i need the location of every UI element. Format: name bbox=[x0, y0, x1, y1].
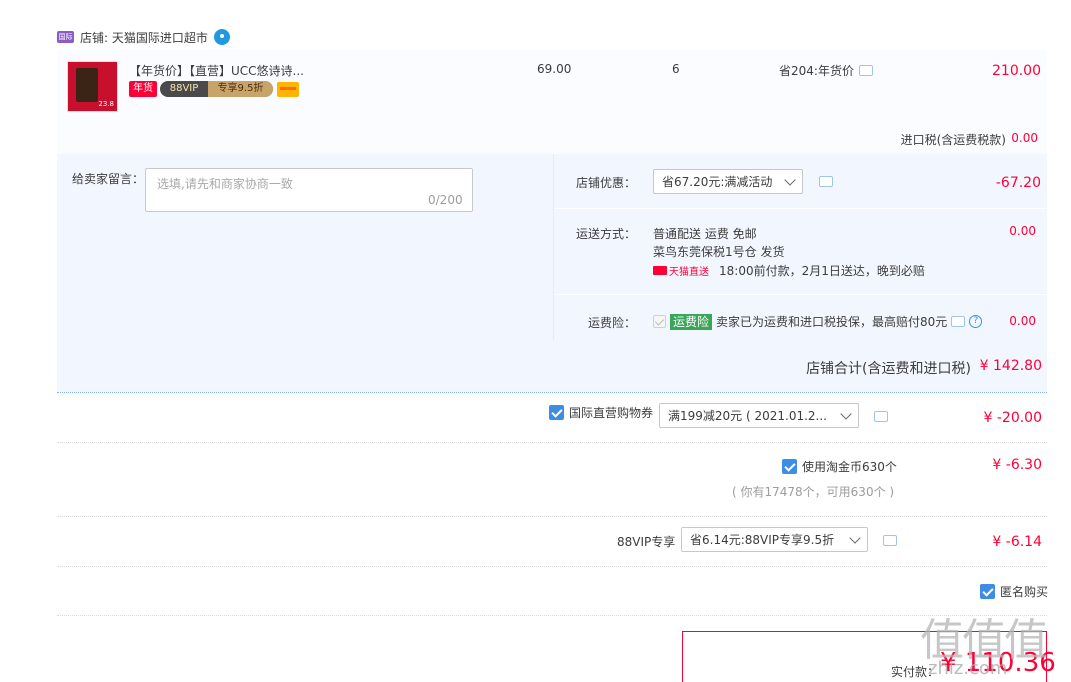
shipping-label: 运送方式： bbox=[575, 227, 636, 241]
divider bbox=[57, 392, 1047, 393]
vip88-badge-right: 专享9.5折 bbox=[208, 81, 273, 97]
shipping-value: 0.00 bbox=[1009, 224, 1036, 238]
thumb-price: 23.8 bbox=[98, 100, 114, 108]
wangwang-chat-icon[interactable] bbox=[213, 29, 230, 45]
shop-header: 国际 店铺: 天猫国际进口超市 bbox=[57, 26, 230, 48]
product-thumbnail[interactable]: 23.8 bbox=[67, 61, 118, 112]
chat-bubble-icon[interactable] bbox=[883, 535, 897, 546]
tmall-direct-text: 天猫直送 bbox=[669, 267, 709, 278]
quantity: 6 bbox=[672, 62, 680, 76]
item-subtotal: 210.00 bbox=[992, 63, 1041, 79]
watermark-url: zhiz.com bbox=[928, 658, 1008, 679]
insurance-checkbox bbox=[653, 315, 666, 328]
product-title[interactable]: 【年货价】【直营】UCC悠诗诗... bbox=[129, 62, 304, 79]
coupon-selected: 满199减20元 ( 2021.01.2... bbox=[668, 409, 828, 423]
tmall-direct-badge: 天猫直送 bbox=[653, 263, 709, 278]
divider bbox=[57, 442, 1047, 443]
divider bbox=[554, 294, 1047, 295]
vip88-badge-left: 88VIP bbox=[169, 83, 199, 94]
delivery-promise: 18:00前付款，2月1日送达，晚到必赔 bbox=[719, 264, 925, 278]
credit-card-icon bbox=[277, 82, 299, 97]
coins-available: ( 你有17478个，可用630个 ) bbox=[732, 485, 895, 499]
import-tax-value: 0.00 bbox=[1011, 131, 1038, 145]
coins-value: ¥ -6.30 bbox=[992, 457, 1042, 473]
divider bbox=[57, 516, 1047, 517]
insurance-badge: 运费险 bbox=[670, 313, 713, 330]
shop-discount-label: 店铺优惠： bbox=[575, 176, 636, 190]
coins-checkbox[interactable] bbox=[782, 459, 797, 474]
shop-total-value: ¥ 142.80 bbox=[979, 358, 1042, 374]
import-tax-label: 进口税(含运费税款) bbox=[900, 133, 1006, 147]
chat-bubble-icon[interactable] bbox=[874, 411, 888, 422]
divider bbox=[57, 615, 1047, 616]
vip-selected: 省6.14元:88VIP专享9.5折 bbox=[690, 533, 835, 547]
vip-select[interactable]: 省6.14元:88VIP专享9.5折 bbox=[681, 527, 868, 552]
chat-bubble-icon[interactable] bbox=[819, 176, 833, 187]
coins-label: 使用淘金币630个 bbox=[802, 460, 897, 474]
help-icon[interactable]: ? bbox=[969, 315, 983, 328]
coupon-select[interactable]: 满199减20元 ( 2021.01.2... bbox=[659, 403, 859, 428]
chat-bubble-icon[interactable] bbox=[951, 316, 966, 327]
tmall-cat-icon bbox=[653, 266, 667, 275]
item-promo: 省204:年货价 bbox=[779, 62, 873, 79]
nianhuo-badge: 年货 bbox=[129, 81, 157, 97]
unit-price: 69.00 bbox=[537, 62, 572, 76]
message-label: 给卖家留言： bbox=[72, 172, 145, 186]
anonymous-row: 匿名购买 bbox=[980, 583, 1048, 600]
insurance-value: 0.00 bbox=[1009, 314, 1036, 328]
message-char-count: 0/200 bbox=[428, 193, 463, 207]
shop-discount-selected: 省67.20元:满减活动 bbox=[662, 175, 773, 189]
item-promo-text: 省204:年货价 bbox=[779, 64, 854, 78]
coffee-jar-icon bbox=[76, 68, 98, 102]
divider bbox=[553, 154, 554, 340]
divider bbox=[554, 208, 1047, 209]
shop-logo-icon: 国际 bbox=[57, 31, 74, 43]
insurance-row: 运费险 卖家已为运费和进口税投保，最高赔付80元 ? bbox=[653, 313, 983, 330]
chevron-down-icon bbox=[840, 407, 852, 420]
coupon-checkbox[interactable] bbox=[549, 405, 564, 420]
message-placeholder: 选填,请先和商家协商一致 bbox=[157, 177, 293, 191]
anonymous-checkbox[interactable] bbox=[980, 584, 995, 599]
vip88-badge: 88VIP 专享9.5折 bbox=[160, 81, 273, 97]
shop-total-label: 店铺合计(含运费和进口税) bbox=[806, 361, 971, 377]
shipping-delivery: 天猫直送 18:00前付款，2月1日送达，晚到必赔 bbox=[653, 262, 925, 279]
chevron-down-icon bbox=[784, 173, 796, 186]
insurance-text: 卖家已为运费和进口税投保，最高赔付80元 bbox=[716, 315, 948, 329]
chevron-down-icon bbox=[849, 531, 861, 544]
shop-discount-value: -67.20 bbox=[995, 175, 1041, 191]
anonymous-label: 匿名购买 bbox=[1000, 585, 1049, 599]
vip-label: 88VIP专享 bbox=[617, 535, 676, 549]
coupon-value: ¥ -20.00 bbox=[983, 410, 1043, 426]
vip-value: ¥ -6.14 bbox=[992, 534, 1042, 550]
coins-row: 使用淘金币630个 bbox=[782, 458, 897, 475]
insurance-label: 运费险： bbox=[587, 316, 636, 330]
shipping-method: 普通配送 运费 免邮 bbox=[653, 227, 757, 241]
shop-discount-select[interactable]: 省67.20元:满减活动 bbox=[653, 169, 803, 194]
coupon-row: 国际直营购物券 bbox=[549, 404, 653, 421]
shop-name[interactable]: 店铺: 天猫国际进口超市 bbox=[80, 29, 208, 46]
shipping-warehouse: 菜鸟东莞保税1号仓 发货 bbox=[653, 245, 785, 259]
coupon-label: 国际直营购物券 bbox=[569, 406, 654, 420]
chat-bubble-icon[interactable] bbox=[858, 65, 873, 76]
divider bbox=[57, 566, 1047, 567]
